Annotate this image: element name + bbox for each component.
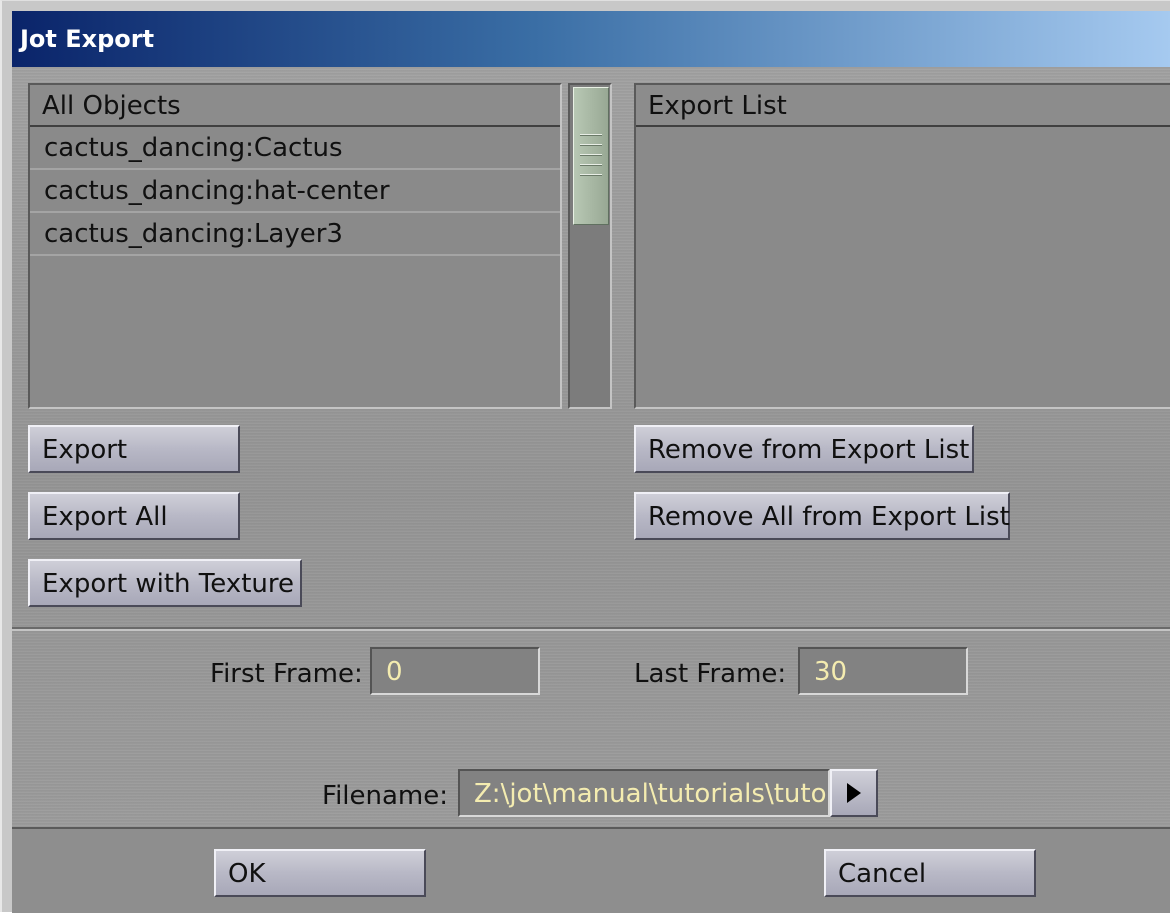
play-right-icon <box>847 783 861 803</box>
ok-button[interactable]: OK <box>214 849 426 897</box>
export-list[interactable]: Export List <box>634 83 1170 409</box>
separator <box>12 627 1170 631</box>
all-objects-header: All Objects <box>30 85 560 127</box>
all-objects-list[interactable]: All Objects cactus_dancing:Cactus cactus… <box>28 83 562 409</box>
export-all-button[interactable]: Export All <box>28 492 240 540</box>
filename-label: Filename: <box>322 781 449 811</box>
jot-export-window: Jot Export All Objects cactus_dancing:Ca… <box>0 0 1170 913</box>
list-item[interactable]: cactus_dancing:hat-center <box>30 170 560 213</box>
first-frame-field[interactable]: 0 <box>370 647 540 695</box>
remove-from-export-list-button[interactable]: Remove from Export List <box>634 425 974 473</box>
grip-line <box>580 154 602 156</box>
grip-line <box>580 134 602 136</box>
grip-line <box>580 144 602 146</box>
last-frame-label: Last Frame: <box>634 659 787 689</box>
last-frame-field[interactable]: 30 <box>798 647 968 695</box>
remove-all-from-export-list-button[interactable]: Remove All from Export List <box>634 492 1010 540</box>
list-item[interactable]: cactus_dancing:Layer3 <box>30 213 560 256</box>
dialog-footer: OK Cancel <box>12 827 1170 913</box>
cancel-button[interactable]: Cancel <box>824 849 1036 897</box>
grip-line <box>580 174 602 176</box>
list-item[interactable]: cactus_dancing:Cactus <box>30 127 560 170</box>
grip-line <box>580 164 602 166</box>
export-button[interactable]: Export <box>28 425 240 473</box>
filename-field[interactable]: Z:\jot\manual\tutorials\tutor <box>458 769 830 817</box>
scrollbar-thumb[interactable] <box>573 87 609 225</box>
all-objects-scrollbar[interactable] <box>568 83 612 409</box>
filename-browse-button[interactable] <box>830 769 878 817</box>
export-with-texture-button[interactable]: Export with Texture <box>28 559 302 607</box>
title-bar[interactable]: Jot Export <box>12 11 1170 67</box>
window-title: Jot Export <box>20 25 155 53</box>
dialog-body: All Objects cactus_dancing:Cactus cactus… <box>12 67 1170 913</box>
first-frame-label: First Frame: <box>210 659 363 689</box>
export-list-header: Export List <box>636 85 1170 127</box>
